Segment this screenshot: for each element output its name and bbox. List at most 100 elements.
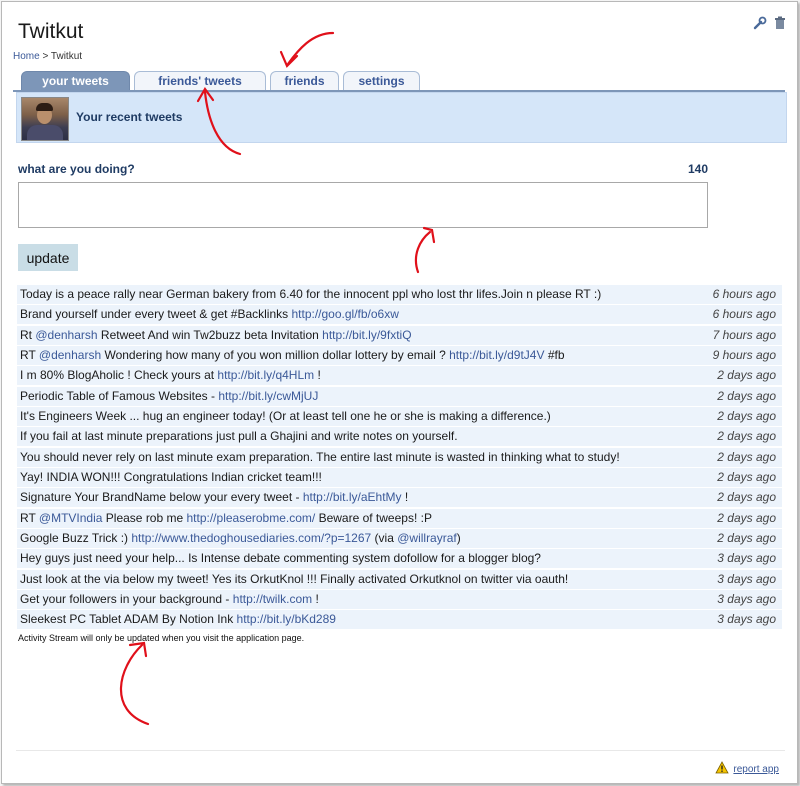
tweet-text: Sleekest PC Tablet ADAM By Notion Ink ht… xyxy=(20,610,336,629)
tweet-link[interactable]: http://bit.ly/cwMjUJ xyxy=(218,389,318,403)
tab-your-tweets[interactable]: your tweets xyxy=(21,71,130,91)
tweet-time: 2 days ago xyxy=(717,530,776,545)
update-button[interactable]: update xyxy=(18,244,78,271)
tweet-link[interactable]: http://twilk.com xyxy=(233,592,312,606)
tweet-input[interactable] xyxy=(18,182,708,228)
tweet-text-part: Sleekest PC Tablet ADAM By Notion Ink xyxy=(20,612,237,627)
tweet-text-part: ) xyxy=(456,530,461,545)
tweet-mention[interactable]: @denharsh xyxy=(35,328,97,342)
tweet-link[interactable]: http://goo.gl/fb/o6xw xyxy=(291,307,398,321)
tweet-row: Periodic Table of Famous Websites - http… xyxy=(17,386,782,406)
tweet-text-part: #fb xyxy=(544,347,565,362)
tweet-link[interactable]: http://bit.ly/9fxtiQ xyxy=(322,328,411,342)
tweet-text: I m 80% BlogAholic ! Check yours at http… xyxy=(20,366,321,385)
tweet-row: Rt @denharsh Retweet And win Tw2buzz bet… xyxy=(17,325,782,345)
tweet-text-part: I m 80% BlogAholic ! Check yours at xyxy=(20,368,218,383)
tab-friends-tweets[interactable]: friends' tweets xyxy=(134,71,266,91)
top-icons xyxy=(753,16,787,30)
wrench-icon[interactable] xyxy=(753,16,767,30)
tweet-text: Just look at the via below my tweet! Yes… xyxy=(20,571,569,586)
tweet-time: 2 days ago xyxy=(717,449,776,464)
tweet-text: Signature Your BrandName below your ever… xyxy=(20,488,408,507)
tweet-row: Sleekest PC Tablet ADAM By Notion Ink ht… xyxy=(17,610,782,630)
tweet-time: 7 hours ago xyxy=(712,327,776,342)
recent-tweets-header: Your recent tweets xyxy=(16,92,787,143)
tweet-time: 3 days ago xyxy=(717,571,776,586)
tweet-time: 2 days ago xyxy=(717,510,776,525)
tweet-time: 3 days ago xyxy=(717,591,776,606)
trash-icon[interactable] xyxy=(773,16,787,30)
tweet-text-part: ! xyxy=(401,490,409,505)
tweet-time: 6 hours ago xyxy=(712,287,776,301)
tweet-mention[interactable]: @MTVIndia xyxy=(39,511,103,525)
tweet-text-part: Wondering how many of you won million do… xyxy=(101,347,450,362)
tweet-text: Get your followers in your background - … xyxy=(20,590,319,609)
tweet-text: Brand yourself under every tweet & get #… xyxy=(20,305,399,324)
tweet-text: It's Engineers Week ... hug an engineer … xyxy=(20,408,551,423)
footer-divider xyxy=(16,750,785,751)
tweet-text-part: Rt xyxy=(20,327,36,342)
tweet-text: Google Buzz Trick :) http://www.thedogho… xyxy=(20,529,461,548)
tweet-link[interactable]: http://bit.ly/bKd289 xyxy=(237,612,336,626)
tweet-text-part: Periodic Table of Famous Websites - xyxy=(20,388,219,403)
tweet-row: Just look at the via below my tweet! Yes… xyxy=(17,569,782,589)
tweet-text: Hey guys just need your help... Is Inten… xyxy=(20,551,541,566)
tweet-text-part: RT xyxy=(20,347,39,362)
tweet-text: Yay! INDIA WON!!! Congratulations Indian… xyxy=(20,469,322,484)
tweet-text: You should never rely on last minute exa… xyxy=(20,449,620,464)
tweet-time: 3 days ago xyxy=(717,612,776,627)
tweet-row: Get your followers in your background - … xyxy=(17,589,782,609)
breadcrumb-separator: > xyxy=(42,51,49,62)
tweet-link[interactable]: http://bit.ly/q4HLm xyxy=(217,368,314,382)
tweet-link[interactable]: http://bit.ly/d9tJ4V xyxy=(449,348,544,362)
activity-footnote: Activity Stream will only be updated whe… xyxy=(18,633,305,643)
tweet-text-part: Get your followers in your background - xyxy=(20,591,233,606)
tab-friends[interactable]: friends xyxy=(270,71,339,91)
tweet-text: Today is a peace rally near German baker… xyxy=(20,287,602,301)
app-frame: Twitkut Home > Twitkut your tweets frien… xyxy=(1,1,798,784)
breadcrumb-current: Twitkut xyxy=(50,51,83,62)
tweet-text: Periodic Table of Famous Websites - http… xyxy=(20,387,318,406)
tweet-feed: Today is a peace rally near German baker… xyxy=(17,285,782,631)
tweet-time: 2 days ago xyxy=(717,469,776,484)
report-app-link[interactable]: report app xyxy=(715,761,779,777)
tweet-time: 9 hours ago xyxy=(712,347,776,362)
tweet-time: 2 days ago xyxy=(717,490,776,505)
tweet-row: It's Engineers Week ... hug an engineer … xyxy=(17,406,782,426)
tweet-row: I m 80% BlogAholic ! Check yours at http… xyxy=(17,366,782,386)
tweet-row: Today is a peace rally near German baker… xyxy=(17,285,782,304)
app-title: Twitkut xyxy=(18,20,84,43)
tweet-mention[interactable]: @denharsh xyxy=(39,348,101,362)
tweet-text-part: Retweet And win Tw2buzz beta Invitation xyxy=(97,327,323,342)
tweet-row: You should never rely on last minute exa… xyxy=(17,447,782,467)
report-app-label: report app xyxy=(733,763,779,775)
tweet-text-part: Google Buzz Trick :) xyxy=(20,530,132,545)
breadcrumb: Home > Twitkut xyxy=(13,51,82,62)
avatar[interactable] xyxy=(21,97,69,141)
tweet-text-part: RT xyxy=(20,510,39,525)
tweet-link[interactable]: http://www.thedoghousediaries.com/?p=126… xyxy=(131,531,371,545)
tweet-row: Brand yourself under every tweet & get #… xyxy=(17,305,782,325)
tweet-text-part: Please rob me xyxy=(102,510,187,525)
section-title: Your recent tweets xyxy=(76,110,183,124)
tweet-link[interactable]: http://pleaserobme.com/ xyxy=(187,511,316,525)
tweet-row: RT @denharsh Wondering how many of you w… xyxy=(17,345,782,365)
breadcrumb-home-link[interactable]: Home xyxy=(13,51,40,62)
tweet-text-part: (via xyxy=(371,530,398,545)
tweet-row: If you fail at last minute preparations … xyxy=(17,427,782,447)
tab-settings[interactable]: settings xyxy=(343,71,420,91)
tweet-text-part: ! xyxy=(314,368,321,383)
tweet-time: 3 days ago xyxy=(717,551,776,566)
tweet-mention[interactable]: @willrayraf xyxy=(397,531,457,545)
tweet-time: 6 hours ago xyxy=(712,307,776,322)
tweet-text-part: Signature Your BrandName below your ever… xyxy=(20,490,303,505)
tweet-row: Hey guys just need your help... Is Inten… xyxy=(17,549,782,569)
tweet-text-part: Beware of tweeps! :P xyxy=(315,510,432,525)
character-counter: 140 xyxy=(688,162,709,176)
compose-label: what are you doing? xyxy=(18,162,135,176)
tweet-text-part: ! xyxy=(312,591,319,606)
tweet-time: 2 days ago xyxy=(717,388,776,403)
tweet-time: 2 days ago xyxy=(717,429,776,444)
tweet-row: Google Buzz Trick :) http://www.thedogho… xyxy=(17,528,782,548)
tweet-link[interactable]: http://bit.ly/aEhtMy xyxy=(303,490,402,504)
